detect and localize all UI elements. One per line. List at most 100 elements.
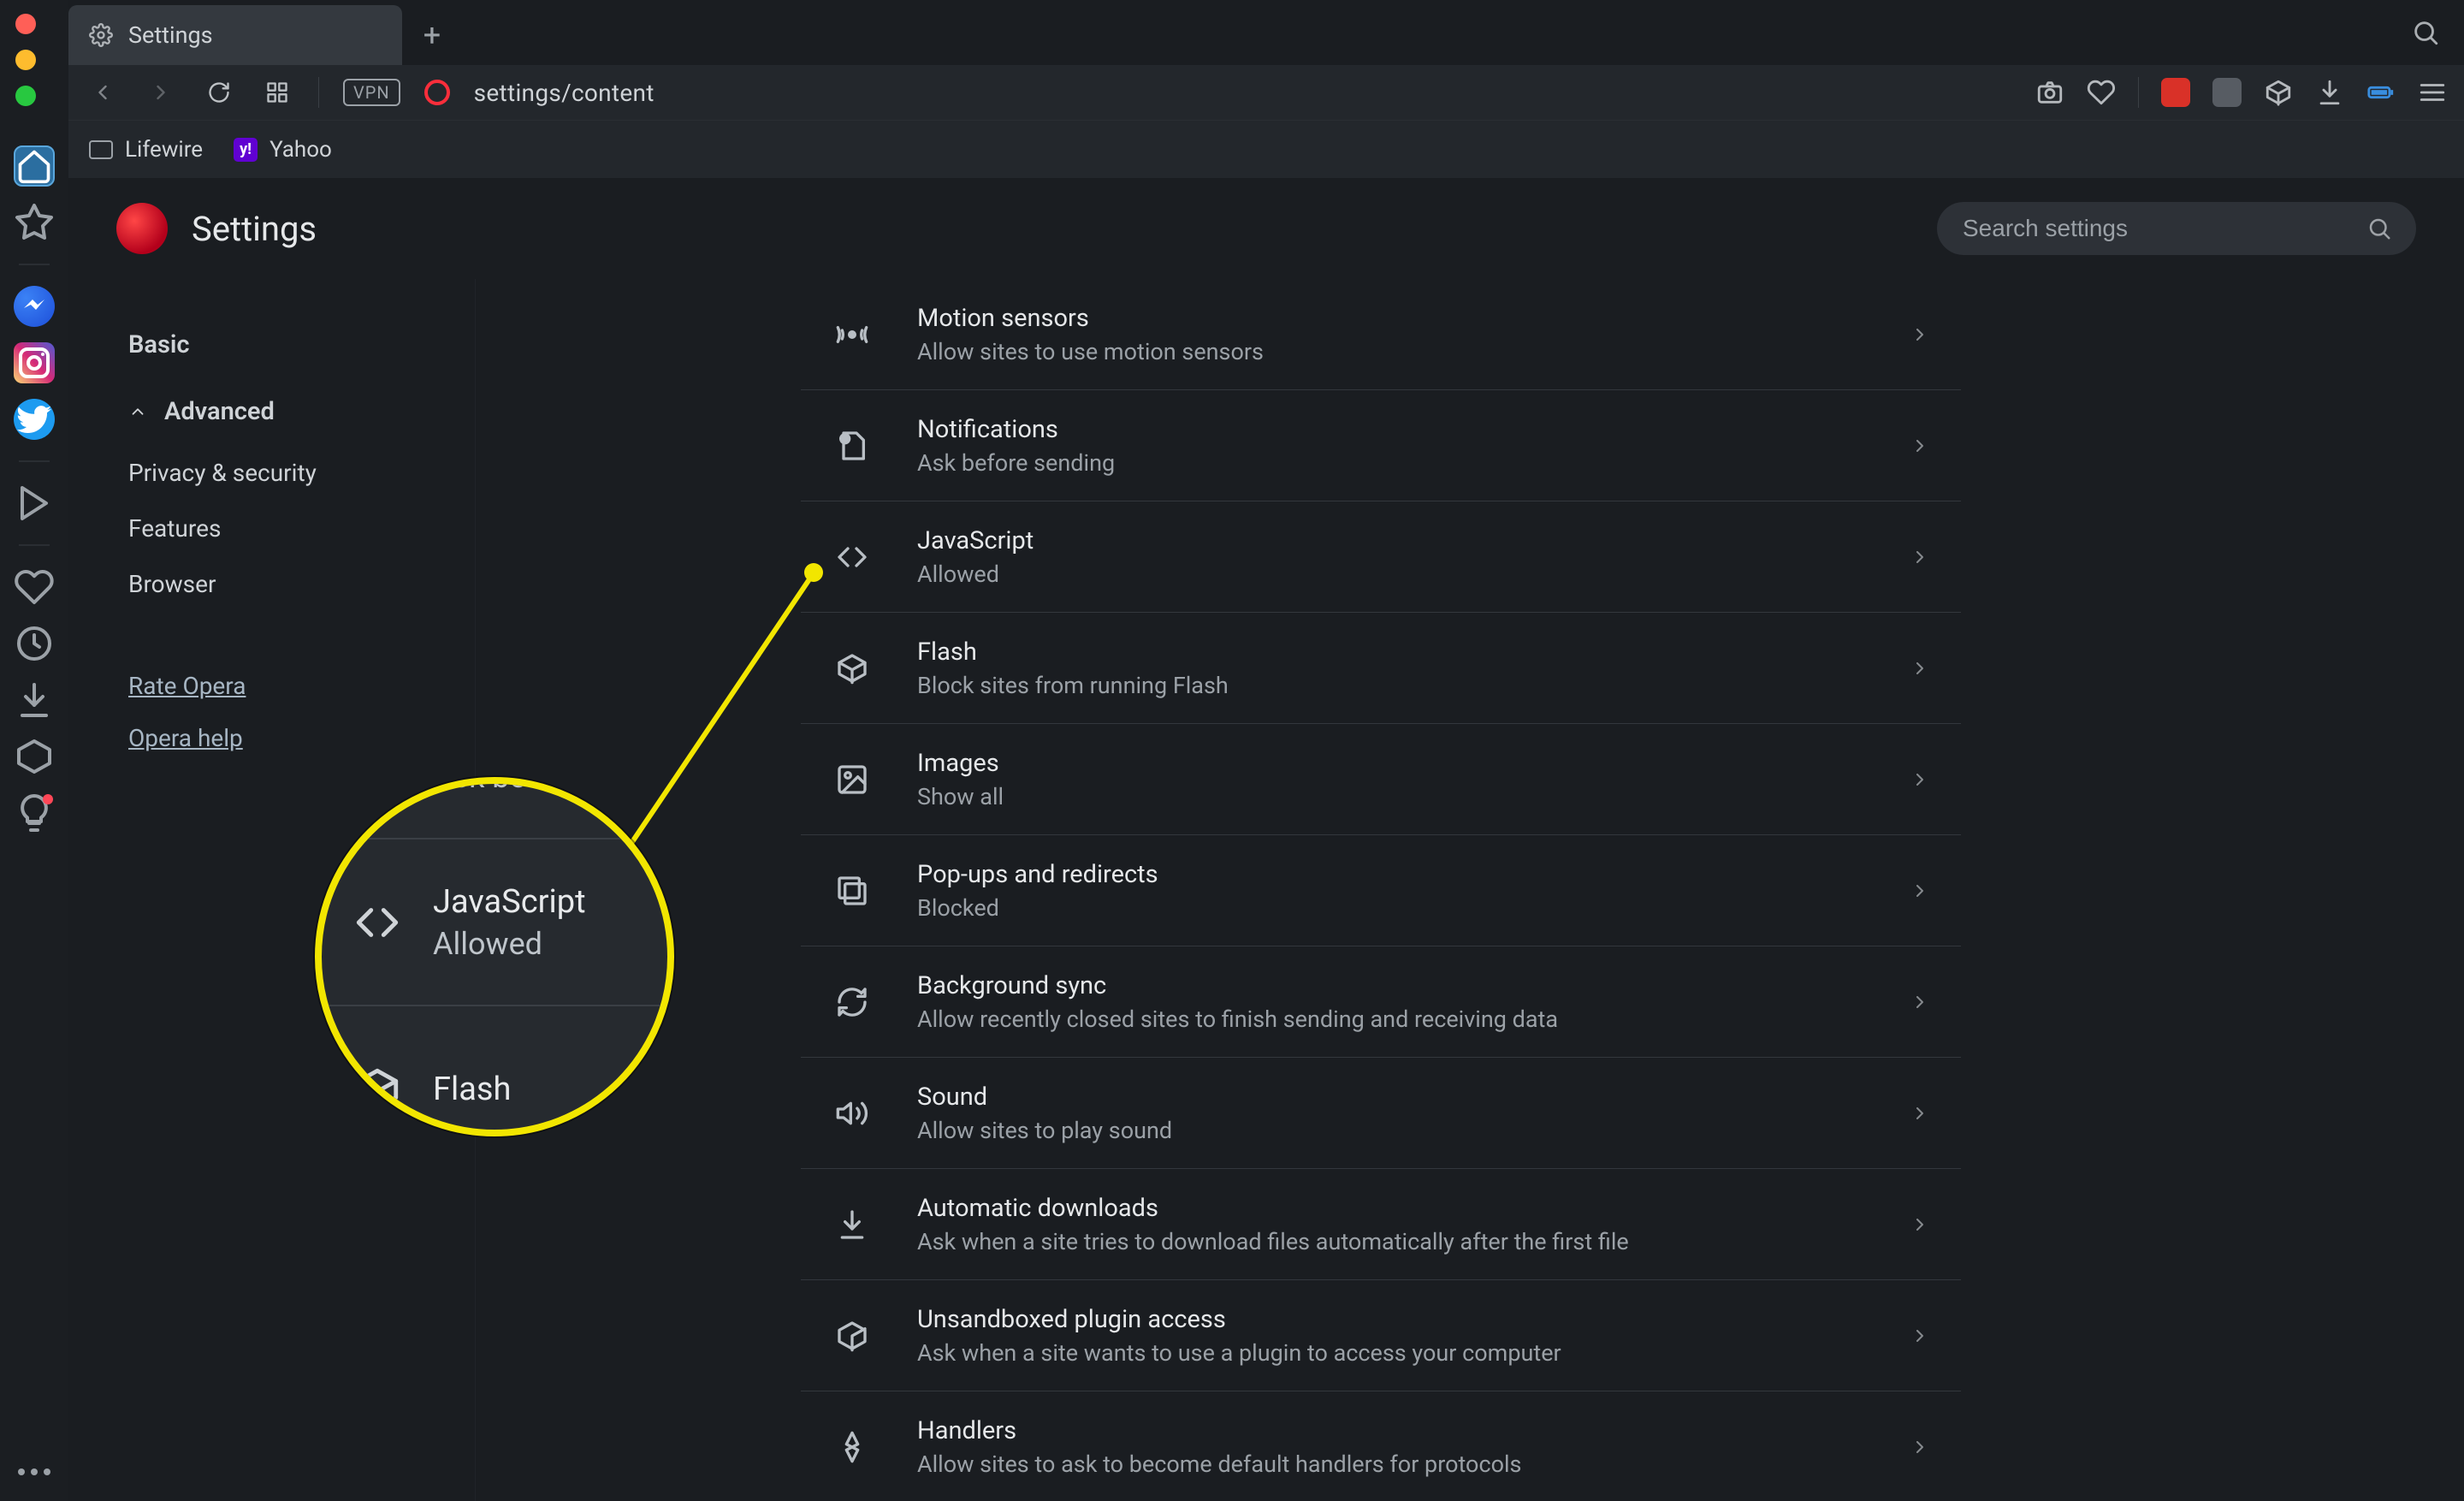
settings-search[interactable] xyxy=(1937,202,2416,255)
sidebar-section-advanced[interactable]: Advanced xyxy=(128,378,475,445)
cube-icon xyxy=(828,644,876,692)
rail-messenger[interactable] xyxy=(14,286,55,327)
row-title: Notifications xyxy=(917,415,1875,444)
chevron-up-icon xyxy=(128,402,147,421)
rail-downloads[interactable] xyxy=(14,679,55,721)
row-title: JavaScript xyxy=(917,526,1875,555)
row-title: Unsandboxed plugin access xyxy=(917,1305,1875,1334)
reload-button[interactable] xyxy=(202,75,236,110)
row-title: Images xyxy=(917,749,1875,778)
search-icon xyxy=(2366,216,2392,241)
yahoo-icon: y! xyxy=(234,138,258,162)
link-opera-help[interactable]: Opera help xyxy=(128,724,475,752)
magnifier-lens: Noti…Ask before…JavaScriptAllowedFlash xyxy=(315,777,674,1136)
chevron-right-icon xyxy=(1910,324,1930,345)
rail-divider xyxy=(19,460,50,462)
rail-extensions[interactable] xyxy=(14,736,55,777)
row-subtitle: Allow sites to ask to become default han… xyxy=(917,1451,1875,1478)
sidebar-item-privacy[interactable]: Privacy & security xyxy=(128,445,475,501)
row-title: Flash xyxy=(917,638,1875,667)
extension-red[interactable] xyxy=(2161,78,2190,107)
plugin-icon xyxy=(828,1312,876,1360)
rail-home[interactable] xyxy=(14,145,55,187)
chevron-right-icon xyxy=(1910,1437,1930,1457)
url-text[interactable]: settings/content xyxy=(474,79,654,107)
extension-grey[interactable] xyxy=(2212,78,2242,107)
chevron-right-icon xyxy=(1910,881,1930,901)
content-row-plugin[interactable]: Unsandboxed plugin accessAsk when a site… xyxy=(801,1280,1961,1391)
row-subtitle: Allow sites to play sound xyxy=(917,1117,1875,1144)
sidebar-section-basic[interactable]: Basic xyxy=(128,311,475,378)
tab-settings[interactable]: Settings xyxy=(68,5,402,65)
bookmark-yahoo[interactable]: y! Yahoo xyxy=(234,137,332,163)
content-row-motion[interactable]: Motion sensorsAllow sites to use motion … xyxy=(801,279,1961,390)
row-subtitle: Ask before sending xyxy=(917,449,1875,477)
cube-icon xyxy=(347,1059,407,1119)
rail-tips[interactable] xyxy=(14,792,55,834)
chevron-right-icon xyxy=(1910,658,1930,679)
lens-row-code: JavaScriptAllowed xyxy=(315,839,674,1006)
content-row-image[interactable]: Images Show all xyxy=(801,724,1961,835)
opera-logo-icon xyxy=(116,203,168,254)
sound-icon xyxy=(828,1089,876,1137)
left-rail xyxy=(0,0,68,1501)
row-title: Automatic downloads xyxy=(917,1194,1875,1223)
content-row-popup[interactable]: Pop-ups and redirects Blocked xyxy=(801,835,1961,946)
handlers-icon xyxy=(828,1423,876,1471)
row-title: Sound xyxy=(917,1083,1875,1112)
chevron-right-icon xyxy=(1910,436,1930,456)
snapshot-icon[interactable] xyxy=(2035,78,2064,107)
new-tab-button[interactable]: + xyxy=(402,5,462,65)
rail-bookmarks[interactable] xyxy=(14,202,55,243)
link-rate-opera[interactable]: Rate Opera xyxy=(128,672,475,700)
page-title: Settings xyxy=(192,209,317,249)
close-window[interactable] xyxy=(15,14,36,34)
chevron-right-icon xyxy=(1910,992,1930,1012)
window-controls xyxy=(15,14,36,106)
content-row-handlers[interactable]: Handlers Allow sites to ask to become def… xyxy=(801,1391,1961,1501)
bookmarks-bar: Lifewire y! Yahoo xyxy=(68,120,2464,178)
page-header: Settings xyxy=(68,178,2464,279)
search-input[interactable] xyxy=(1961,214,2351,243)
content-row-bell[interactable]: Notifications Ask before sending xyxy=(801,390,1961,501)
row-subtitle: Show all xyxy=(917,783,1875,810)
chevron-right-icon xyxy=(1910,769,1930,790)
content-row-cube[interactable]: FlashBlock sites from running Flash xyxy=(801,613,1961,724)
row-title: Pop-ups and redirects xyxy=(917,860,1875,889)
bookmark-lifewire[interactable]: Lifewire xyxy=(89,137,203,163)
sidebar-item-browser[interactable]: Browser xyxy=(128,556,475,612)
vpn-badge[interactable]: VPN xyxy=(343,79,400,106)
rail-instagram[interactable] xyxy=(14,342,55,383)
rail-twitter[interactable] xyxy=(14,399,55,440)
content-row-sound[interactable]: Sound Allow sites to play sound xyxy=(801,1058,1961,1169)
battery-icon[interactable] xyxy=(2366,78,2396,107)
code-icon xyxy=(347,893,407,952)
gear-icon xyxy=(89,23,113,47)
bell-icon xyxy=(828,422,876,470)
cube-icon[interactable] xyxy=(2264,78,2293,107)
tab-search-icon[interactable] xyxy=(2411,18,2440,47)
speed-dial-button[interactable] xyxy=(260,75,294,110)
content-row-sync[interactable]: Background syncAllow recently closed sit… xyxy=(801,946,1961,1058)
rail-history[interactable] xyxy=(14,623,55,664)
rail-play[interactable] xyxy=(14,483,55,524)
rail-more[interactable] xyxy=(0,1468,68,1475)
heart-icon[interactable] xyxy=(2087,78,2116,107)
image-icon xyxy=(828,756,876,804)
rail-heart[interactable] xyxy=(14,567,55,608)
minimize-window[interactable] xyxy=(15,50,36,70)
row-subtitle: Ask when a site tries to download files … xyxy=(917,1228,1875,1255)
content-row-code[interactable]: JavaScriptAllowed xyxy=(801,501,1961,613)
row-subtitle: Blocked xyxy=(917,894,1875,922)
content-row-download[interactable]: Automatic downloads Ask when a site tries… xyxy=(801,1169,1961,1280)
maximize-window[interactable] xyxy=(15,86,36,106)
separator xyxy=(318,77,319,108)
download-icon[interactable] xyxy=(2315,78,2344,107)
easy-setup-icon[interactable] xyxy=(2418,78,2447,107)
sidebar-item-features[interactable]: Features xyxy=(128,501,475,556)
download-icon xyxy=(828,1201,876,1249)
nav-back-button[interactable] xyxy=(86,75,120,110)
nav-forward-button[interactable] xyxy=(144,75,178,110)
chevron-right-icon xyxy=(1910,1103,1930,1124)
row-title: Handlers xyxy=(917,1416,1875,1445)
